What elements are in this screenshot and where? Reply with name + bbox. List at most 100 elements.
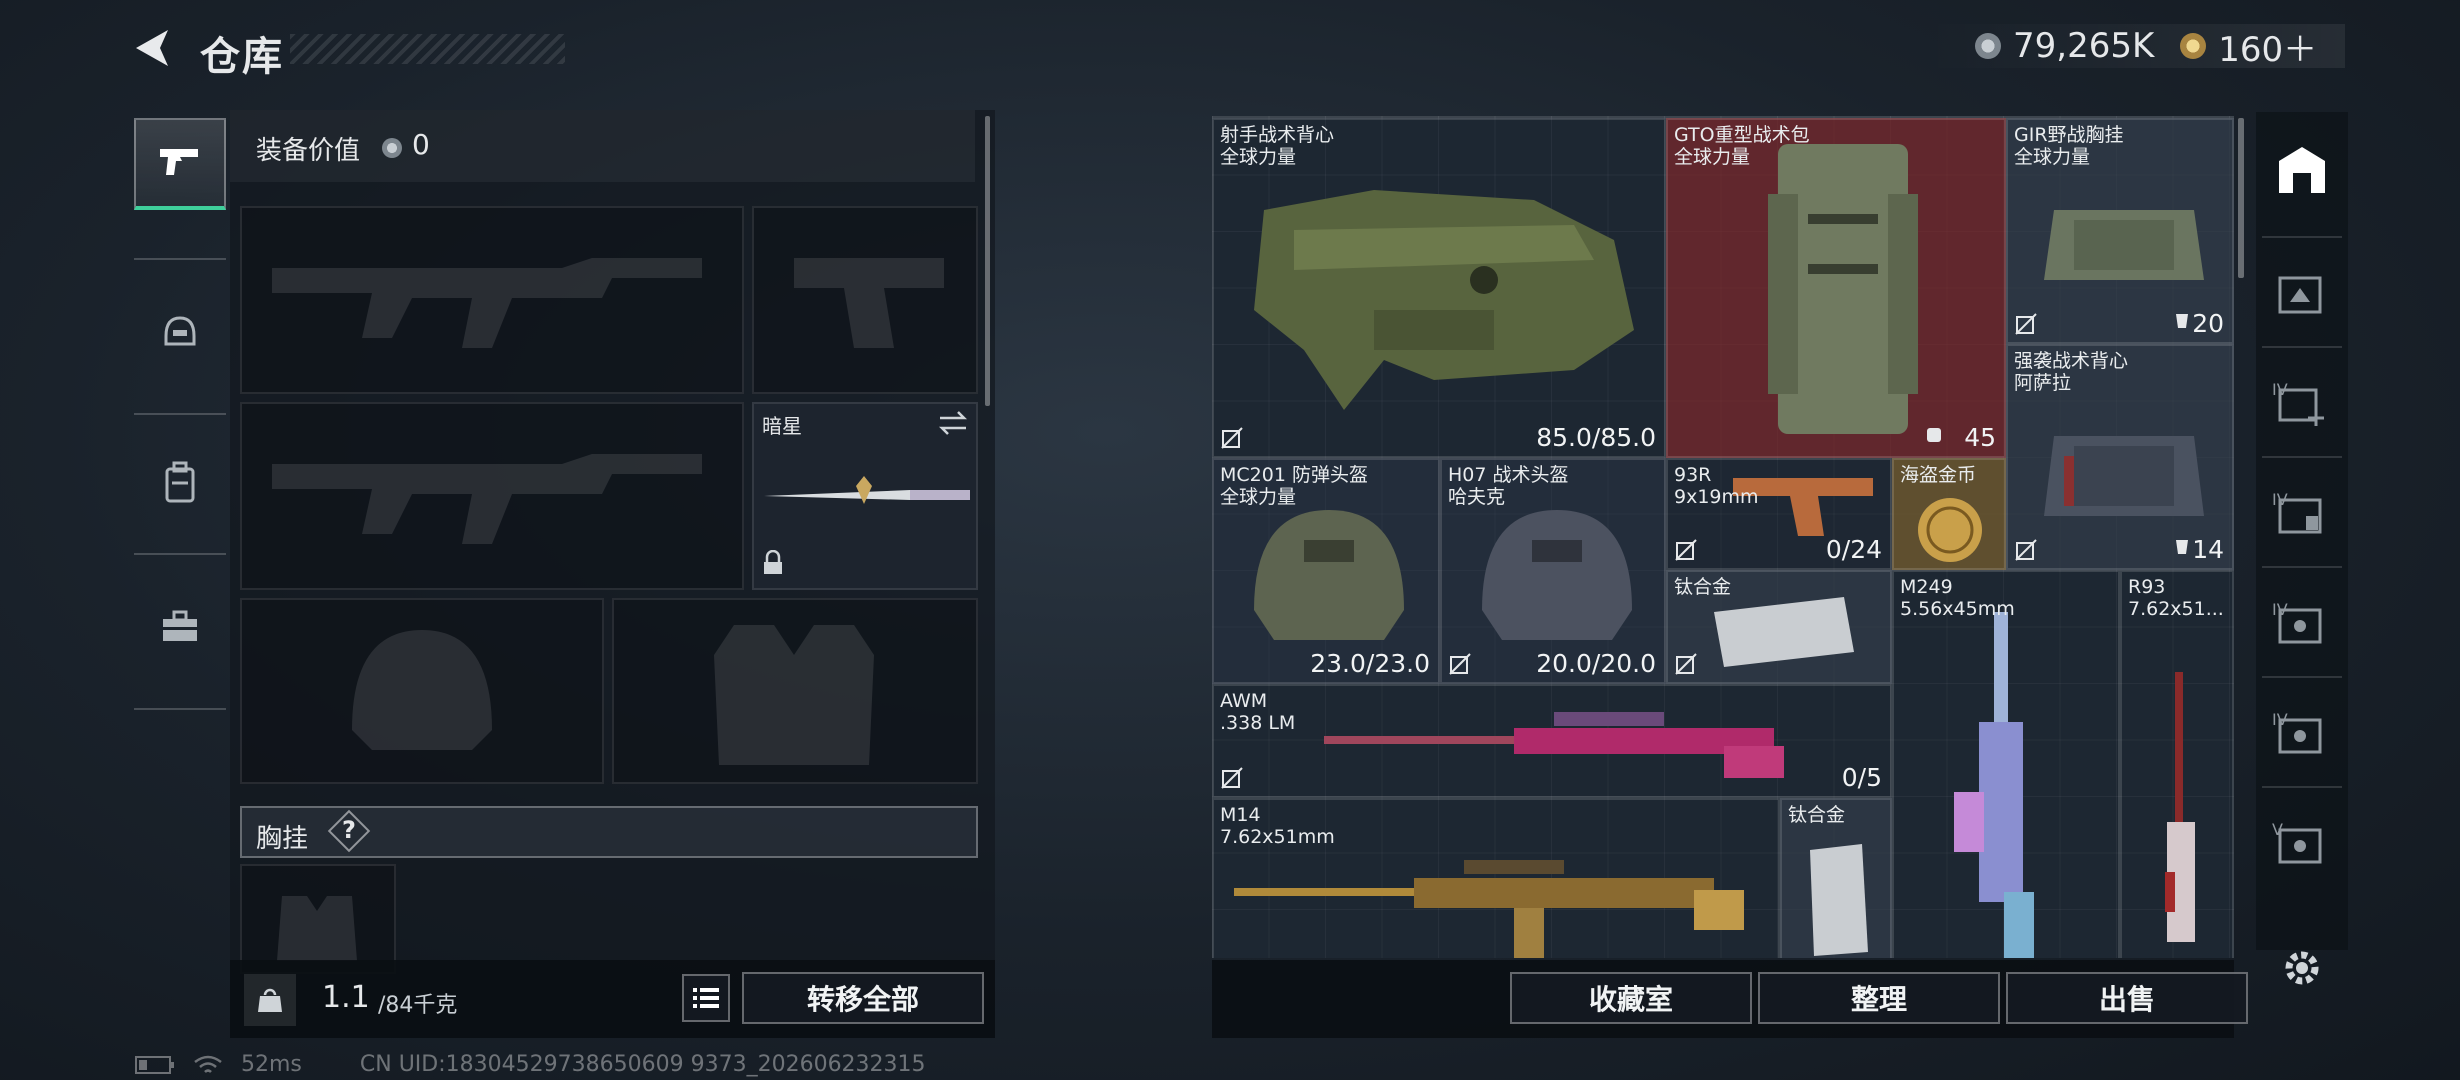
ping-value: 52ms — [241, 1052, 302, 1077]
helmet-silhouette-icon — [352, 630, 492, 750]
stash-grid: 射手战术背心 全球力量 85.0/85.0 GTO重型战术包 全球力量 45 GIR… — [1212, 116, 2234, 958]
stash-item-pirate-coin[interactable]: 海盗金币 — [1892, 458, 2006, 570]
loadout-footer: 1.1 /84千克 转移全部 — [230, 960, 995, 1038]
rifle-icon — [1234, 860, 1744, 958]
backpack-icon — [162, 461, 198, 507]
chest-rig-icon — [2044, 436, 2204, 516]
collection-room-button[interactable]: 收藏室 — [1510, 972, 1752, 1024]
tier-label: IV — [2272, 710, 2288, 729]
stash-item-m249[interactable]: M249 5.56x45mm — [1892, 570, 2120, 958]
chest-rig-label: 胸挂 — [256, 824, 309, 854]
helmet-slot[interactable] — [240, 598, 604, 784]
tab-add-stash[interactable]: IV — [2256, 352, 2348, 456]
stash-item-r93[interactable]: R93 7.62x51... — [2120, 570, 2234, 958]
sniper-rifle-icon — [1324, 712, 1784, 778]
swap-icon[interactable] — [938, 410, 968, 440]
stash-item-awm[interactable]: AWM .338 LM 0/5 — [1212, 684, 1892, 798]
briefcase-icon — [160, 609, 200, 649]
stash-footer: 收藏室 整理 出售 — [1212, 960, 2248, 1038]
helmet-icon — [160, 312, 200, 356]
currency-premium[interactable]: 160＋ — [2218, 22, 2317, 71]
tab-stash-7[interactable]: V — [2256, 792, 2348, 896]
stash-item-vest[interactable]: 射手战术背心 全球力量 85.0/85.0 — [1212, 118, 1666, 458]
currency-bar: 79,265K 160＋ — [1925, 22, 2345, 71]
title-decoration — [290, 34, 565, 64]
gold-coin-icon — [1918, 498, 1982, 562]
stash-tabs-sidebar: IV IV IV IV V — [2256, 112, 2348, 985]
rifle-silhouette-icon — [272, 454, 702, 544]
melee-slot[interactable]: 暗星 — [752, 402, 978, 590]
helmet-icon — [1254, 510, 1404, 640]
stash-item-m14[interactable]: M14 7.62x51mm — [1212, 798, 1780, 958]
tab-stash-6[interactable]: IV — [2256, 682, 2348, 786]
stash-tab-icon — [2278, 276, 2322, 314]
no-insurance-icon — [2015, 539, 2037, 561]
armor-vest-icon — [1254, 190, 1634, 410]
backpack-icon — [1768, 144, 1918, 434]
titanium-plate-icon — [1810, 844, 1868, 956]
settings-icon — [2285, 951, 2319, 985]
sniper-rifle-icon — [2165, 672, 2195, 942]
titanium-plate-icon — [1714, 597, 1854, 667]
capacity-icon — [2172, 536, 2192, 560]
body-armor-slot[interactable] — [612, 598, 978, 784]
tab-stash-2[interactable] — [2256, 242, 2348, 346]
hafbucks-coin-icon — [1975, 33, 2001, 59]
sort-button[interactable]: 整理 — [1758, 972, 2000, 1024]
tier-label: IV — [2272, 380, 2288, 399]
rig-silhouette-icon — [277, 896, 357, 961]
equipment-value-bar: 装备价值 0 — [230, 110, 975, 182]
tab-stash-4[interactable]: IV — [2256, 462, 2348, 566]
no-insurance-icon — [1221, 767, 1243, 789]
stash-item-chest-rig[interactable]: GIR野战胸挂 全球力量 20 — [2006, 118, 2234, 344]
tab-case[interactable] — [134, 583, 226, 675]
status-bar: 52ms CN UID:18304529738650609 9373_20260… — [135, 1052, 926, 1077]
stash-home-icon — [2279, 147, 2325, 193]
stash-item-titanium[interactable]: 钛合金 — [1666, 570, 1892, 684]
no-insurance-icon — [1675, 653, 1697, 675]
vest-silhouette-icon — [714, 625, 874, 765]
chest-rig-header: 胸挂 ? — [240, 806, 978, 858]
chest-rig-icon — [2044, 210, 2204, 280]
machine-gun-icon — [1954, 612, 2034, 958]
stash-item-titanium-2[interactable]: 钛合金 — [1780, 798, 1892, 958]
back-icon[interactable] — [128, 24, 176, 72]
weight-max: /84千克 — [378, 993, 458, 1018]
tab-weapons[interactable] — [134, 118, 226, 210]
tab-stash-5[interactable]: IV — [2256, 572, 2348, 676]
list-view-button[interactable] — [682, 974, 730, 1022]
lock-icon — [762, 549, 784, 580]
tier-label: IV — [2272, 600, 2288, 619]
help-icon[interactable]: ? — [342, 816, 356, 844]
primary-weapon-slot[interactable] — [240, 206, 744, 394]
primary-weapon-slot-2[interactable] — [240, 402, 744, 590]
tab-backpack[interactable] — [134, 438, 226, 530]
coin-icon — [382, 138, 402, 158]
tier-label: IV — [2272, 490, 2288, 509]
chest-rig-slot[interactable] — [240, 864, 396, 974]
stash-item-backpack[interactable]: GTO重型战术包 全球力量 45 — [1666, 118, 2006, 458]
no-insurance-icon — [1449, 653, 1471, 675]
melee-name: 暗星 — [762, 414, 802, 438]
stash-item-pistol-93r[interactable]: 93R 9x19mm 0/24 — [1666, 458, 1892, 570]
battery-icon — [135, 1055, 174, 1074]
stash-scrollbar[interactable] — [2238, 118, 2244, 278]
stash-item-helmet-h07[interactable]: H07 战术头盔 哈夫克 20.0/20.0 — [1440, 458, 1666, 684]
settings-button[interactable] — [2256, 928, 2348, 1008]
sell-button[interactable]: 出售 — [2006, 972, 2248, 1024]
secondary-weapon-slot[interactable] — [752, 206, 978, 394]
rifle-silhouette-icon — [272, 258, 702, 348]
wifi-icon — [194, 1055, 222, 1073]
loadout-scrollbar[interactable] — [985, 116, 990, 406]
transfer-all-button[interactable]: 转移全部 — [742, 972, 984, 1024]
loadout-panel: 装备价值 0 暗星 胸挂 ? — [230, 110, 995, 1038]
tab-main-stash[interactable] — [2256, 118, 2348, 222]
currency-main: 79,265K — [2013, 26, 2155, 66]
page-title: 仓库 — [200, 34, 284, 80]
tab-armor[interactable] — [134, 288, 226, 380]
equipment-value: 0 — [412, 128, 430, 161]
stash-item-helmet-mc201[interactable]: MC201 防弹头盔 全球力量 23.0/23.0 — [1212, 458, 1440, 684]
stash-item-assault-vest[interactable]: 强袭战术背心 阿萨拉 14 — [2006, 344, 2234, 570]
category-tabs — [134, 108, 226, 713]
no-insurance-icon — [1675, 539, 1697, 561]
